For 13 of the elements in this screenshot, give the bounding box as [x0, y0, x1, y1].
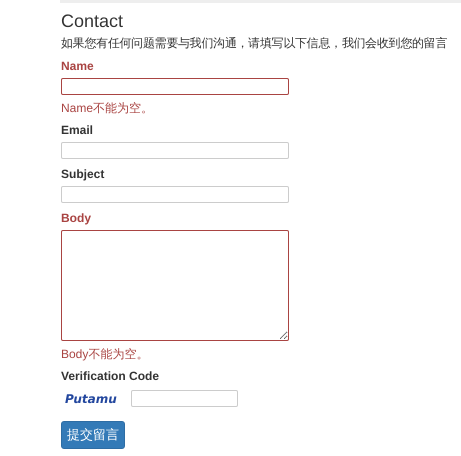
text-area[interactable]	[61, 230, 289, 341]
field-label: Subject	[61, 167, 104, 181]
page-title: Contact	[61, 11, 124, 31]
field-label: Email	[61, 123, 94, 137]
intro-text: 如果您有任何问题需要与我们沟通，请填写以下信息，我们会收到您的留言	[61, 35, 448, 51]
input-field[interactable]	[61, 78, 289, 95]
error-message: Body不能为空。	[61, 347, 148, 361]
error-message: Name不能为空。	[61, 101, 154, 115]
field-label: Verification Code	[61, 369, 160, 383]
field-label: Name	[61, 59, 94, 73]
field-label: Body	[61, 211, 91, 225]
captcha-image[interactable]: Putamu	[61, 392, 121, 406]
submit-button[interactable]: 提交留言	[61, 421, 125, 449]
